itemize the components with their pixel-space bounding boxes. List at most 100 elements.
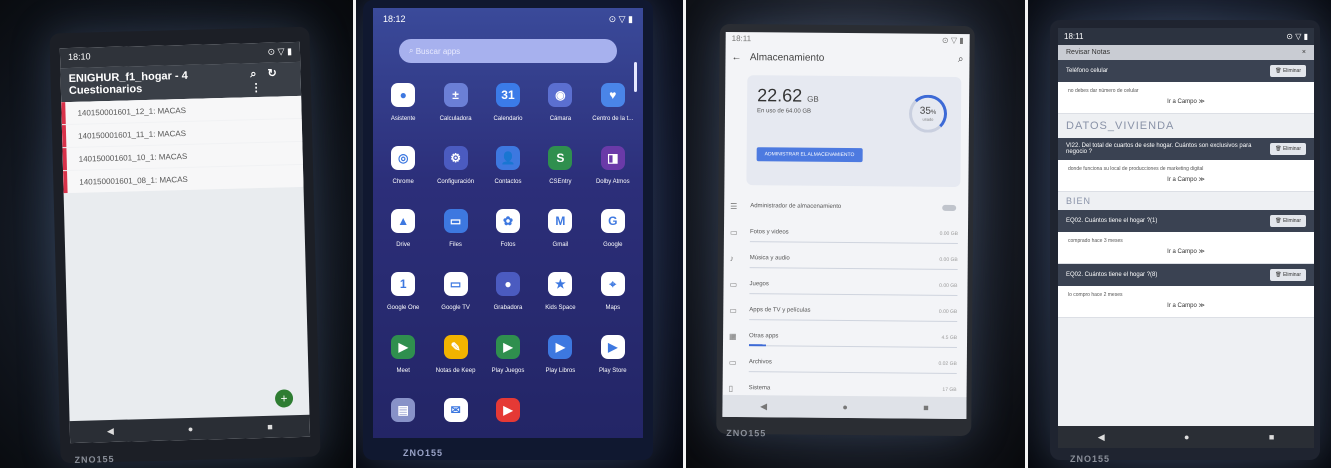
storage-category-row[interactable]: ☰ Administrador de almacenamiento — [724, 193, 968, 221]
app-launcher-item[interactable]: ▭ Files — [429, 209, 481, 248]
files-folder-icon: ▭ — [728, 357, 737, 367]
storage-percent-unit: % — [930, 109, 937, 116]
app-launcher-item[interactable]: ◎ Chrome — [377, 146, 429, 185]
status-bar: 18:11 ⊙ ▽ ▮ — [1058, 28, 1314, 45]
app-launcher-item[interactable]: ✉ — [429, 398, 481, 431]
app-label: Asistente — [390, 116, 416, 122]
delete-note-button[interactable]: 🗑 Eliminar — [1270, 269, 1306, 281]
home-icon[interactable]: ● — [188, 424, 194, 434]
app-launcher-item[interactable]: ● Grabadora — [482, 272, 534, 311]
storage-category-row[interactable]: ▭ Juegos 0.00 GB — [723, 271, 967, 299]
app-launcher-item[interactable]: ◉ Cámara — [534, 83, 586, 122]
section-heading: DATOS_VIVIENDA — [1066, 120, 1175, 132]
storage-usage-bar — [748, 370, 957, 374]
app-launcher-item[interactable]: ⚙ Configuración — [429, 146, 481, 185]
search-icon[interactable]: ⌕ — [958, 53, 964, 64]
camera-icon: ◉ — [548, 83, 573, 107]
home-icon[interactable]: ● — [842, 402, 848, 412]
add-fab-button[interactable]: + — [274, 389, 294, 408]
storage-category-size: 0.02 GB — [938, 360, 957, 367]
app-launcher-item[interactable]: ▶ Play Juegos — [482, 335, 534, 374]
app-launcher-item[interactable]: ★ Kids Space — [534, 272, 586, 311]
storage-usage-bar — [749, 266, 958, 270]
go-to-field-button[interactable]: Ir a Campo ≫ — [1058, 174, 1314, 192]
app-launcher-item[interactable]: ⌖ Maps — [587, 272, 639, 311]
other-apps-icon: ▦ — [729, 331, 737, 341]
photo-divider — [353, 0, 356, 468]
drive-icon: ▲ — [391, 209, 416, 233]
storage-category-row[interactable]: ♪ Música y audio 0.00 GB — [724, 245, 968, 273]
recents-icon[interactable]: ■ — [1269, 432, 1274, 442]
storage-manager-icon: ☰ — [730, 201, 738, 211]
storage-usage-fill — [748, 344, 766, 347]
app-label: Kids Space — [545, 305, 576, 311]
storage-usage-bar — [748, 344, 957, 348]
tablet-brand: ZNO155 — [74, 453, 115, 465]
app-launcher-item[interactable]: 1 Google One — [377, 272, 429, 311]
storage-manager-toggle[interactable] — [942, 204, 957, 211]
back-icon[interactable]: ◀ — [1098, 432, 1105, 443]
storage-category-row[interactable]: ▦ Otras apps 4.5 GB — [723, 323, 967, 351]
app-launcher-item[interactable]: ▶ Play Libros — [534, 335, 586, 374]
tablet-screen: 18:11 ⊙ ▽ ▮ Revisar Notas × Teléfono cel… — [1058, 28, 1314, 448]
app-launcher-item[interactable]: ▶ — [482, 398, 534, 431]
note-answer: donde funciona su local de producciones … — [1058, 160, 1314, 174]
calendar-icon: 31 — [495, 83, 520, 107]
go-to-field-button[interactable]: Ir a Campo ≫ — [1058, 246, 1314, 264]
app-launcher-item[interactable]: ✿ Fotos — [482, 209, 534, 248]
app-label: Play Libros — [545, 368, 576, 374]
storage-category-row[interactable]: ▭ Apps de TV y películas 0.00 GB — [723, 297, 967, 325]
app-launcher-item[interactable]: 👤 Contactos — [482, 146, 534, 185]
recents-icon[interactable]: ■ — [267, 422, 273, 432]
app-launcher-item[interactable]: ▲ Drive — [377, 209, 429, 248]
sync-icon[interactable]: ↻ — [267, 67, 277, 79]
recents-icon[interactable]: ■ — [923, 403, 929, 413]
app-launcher-item[interactable]: ● Asistente — [377, 83, 429, 122]
app-launcher-item[interactable]: ▭ Google TV — [429, 272, 481, 311]
delete-note-button[interactable]: 🗑 Eliminar — [1270, 215, 1306, 227]
back-icon[interactable]: ◀ — [107, 425, 114, 436]
status-time: 18:12 — [383, 14, 406, 24]
app-label: Fotos — [500, 242, 516, 248]
storage-category-row[interactable]: ▭ Fotos y videos 0.00 GB — [724, 219, 968, 247]
back-arrow-icon[interactable]: ← — [731, 51, 741, 62]
app-launcher-item[interactable]: ▤ — [377, 398, 429, 431]
go-to-field-button[interactable]: Ir a Campo ≫ — [1058, 96, 1314, 114]
app-launcher-item[interactable]: S CSEntry — [534, 146, 586, 185]
app-launcher-item[interactable]: 31 Calendario — [482, 83, 534, 122]
status-icons: ⊙ ▽ ▮ — [608, 14, 633, 24]
close-icon[interactable]: × — [1302, 49, 1306, 56]
notes-list: Teléfono celular 🗑 Eliminar no debes dar n… — [1058, 60, 1314, 318]
delete-note-button[interactable]: 🗑 Eliminar — [1270, 65, 1306, 77]
app-launcher-item[interactable]: ◨ Dolby Atmos — [587, 146, 639, 185]
go-to-field-button[interactable]: Ir a Campo ≫ — [1058, 300, 1314, 318]
back-icon[interactable]: ◀ — [760, 401, 767, 412]
home-icon[interactable]: ● — [1184, 432, 1189, 442]
app-launcher-item[interactable]: ▶ Play Store — [587, 335, 639, 374]
app-launcher-item[interactable]: ± Calculadora — [429, 83, 481, 122]
google-tv-icon: ▭ — [443, 272, 468, 296]
storage-category-list: ☰ Administrador de almacenamiento ▭ Fotos y… — [723, 193, 969, 403]
app-label: Calculadora — [439, 116, 472, 122]
storage-category-row[interactable]: ▭ Archivos 0.02 GB — [723, 349, 967, 377]
note-question-text: Teléfono celular — [1066, 68, 1109, 74]
app-icon: ▤ — [391, 398, 416, 422]
photo-revisar-notas: 18:11 ⊙ ▽ ▮ Revisar Notas × Teléfono cel… — [1025, 0, 1331, 468]
status-time: 18:11 — [1064, 32, 1084, 41]
note-question: Teléfono celular 🗑 Eliminar — [1058, 60, 1314, 82]
files-icon: ▭ — [443, 209, 468, 233]
more-icon[interactable]: ⋮ — [251, 81, 262, 93]
manage-storage-button[interactable]: ADMINISTRAR EL ALMACENAMIENTO — [756, 147, 863, 163]
app-launcher-item[interactable]: G Google — [587, 209, 639, 248]
search-icon: ⌕ — [409, 46, 416, 55]
status-icons: ⊙ ▽ ▮ — [267, 46, 293, 57]
app-launcher-item[interactable]: ▶ Meet — [377, 335, 429, 374]
app-search-input[interactable]: ⌕ Buscar apps — [399, 39, 617, 63]
app-launcher-item[interactable]: ♥ Centro de la t... — [587, 83, 639, 122]
search-icon[interactable]: ⌕ — [250, 68, 256, 80]
app-launcher-item[interactable]: M Gmail — [534, 209, 586, 248]
app-bar-actions: ⌕ ↻ ⋮ — [242, 66, 293, 94]
scrollbar[interactable] — [634, 62, 637, 92]
app-launcher-item[interactable]: ✎ Notas de Keep — [429, 335, 481, 374]
delete-note-button[interactable]: 🗑 Eliminar — [1270, 143, 1306, 155]
